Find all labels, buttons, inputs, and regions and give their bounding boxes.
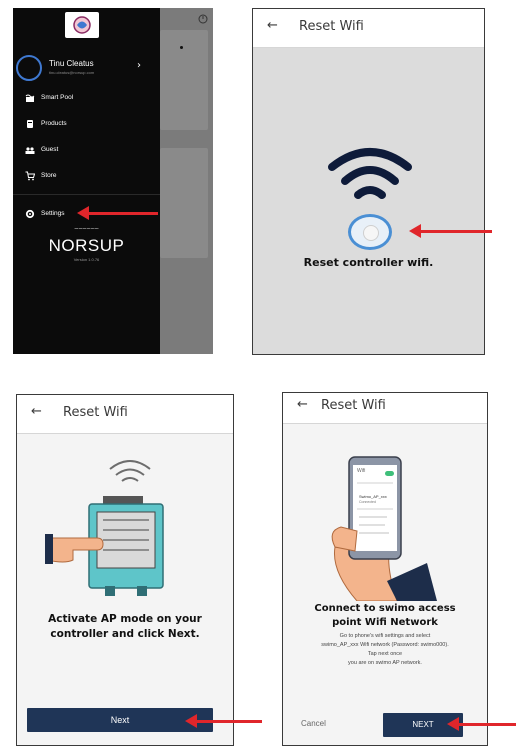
menu-label: Settings [41,210,65,217]
menu-item-products[interactable]: Products [13,118,160,132]
button-knob [363,225,379,241]
navigation-drawer: Tinu Cleatus tinu.cleatus@norsup.com › S… [13,8,160,354]
brand-name: NORSUP [48,236,125,255]
app-header: ← Reset Wifi [283,393,487,424]
activate-ap-screen: ← Reset Wifi Activate AP mode on your co… [16,394,234,746]
instruction-line-1: Activate AP mode on your [48,613,202,625]
menu-label: Guest [41,146,59,153]
page-title: Reset Wifi [63,405,128,420]
version-text: Version 1.0.76 [73,257,100,262]
phone-network-name: Swimo_AP_xxx [359,494,387,499]
avatar[interactable] [16,55,42,81]
menu-label: Store [41,172,57,179]
connect-ap-screen: ← Reset Wifi Wifi Swimo_AP_xxx Connected… [282,392,488,746]
annotation-arrowhead [185,714,197,728]
back-arrow-icon[interactable]: ← [297,397,308,412]
reset-wifi-screen: ← Reset Wifi Reset controller wifi. [252,8,485,355]
wifi-icon [328,148,412,199]
gear-icon [25,209,35,219]
wifi-signal-icon [109,460,151,482]
phone-illustration [331,456,437,601]
divider [13,194,160,195]
annotation-arrowhead [77,206,89,220]
cancel-button[interactable]: Cancel [301,719,326,728]
page-title: Reset Wifi [321,398,386,413]
app-header: ← Reset Wifi [253,9,484,48]
menu-item-store[interactable]: Store [13,170,160,184]
instruction-line-2: controller and click Next. [50,628,200,640]
menu-item-smart-pool[interactable]: Smart Pool [13,92,160,106]
product-icon [27,120,33,128]
back-arrow-icon[interactable]: ← [267,18,278,33]
drawer-screen: Tinu Cleatus tinu.cleatus@norsup.com › S… [13,8,213,354]
annotation-arrow [420,230,492,233]
page-title: Reset Wifi [299,19,364,34]
annotation-arrow [88,212,158,215]
user-email: tinu.cleatus@norsup.com [49,70,95,75]
annotation-arrow [196,720,262,723]
reset-controller-button[interactable] [348,214,392,250]
annotation-arrow [458,723,516,726]
app-header: ← Reset Wifi [17,395,233,434]
user-name: Tinu Cleatus [49,59,94,68]
instruction-text-4: you are on swimo AP network. [348,660,422,666]
phone-wifi-label: Wifi [357,468,366,474]
cart-icon [25,171,35,181]
instruction-text-1: Go to phone's wifi settings and select [339,633,431,639]
brand-wave: ~~~~~~ [74,226,99,233]
instruction-text-2: swimo_AP_xxx Wifi network (Password: swi… [321,642,449,648]
annotation-arrowhead [447,717,459,731]
reset-caption: Reset controller wifi. [303,256,434,269]
dimmed-card [160,148,208,258]
connect-heading-1: Connect to swimo access [314,603,456,614]
menu-label: Products [41,120,67,127]
logo-icon [73,16,91,34]
dimmed-background[interactable] [160,8,213,354]
chevron-right-icon[interactable]: › [137,60,141,71]
pool-icon [25,94,35,102]
annotation-arrowhead [409,224,421,238]
instruction-text-3: Tap next once [367,651,403,657]
clock-icon [198,14,208,24]
app-logo [65,12,99,38]
dimmed-card [160,30,208,130]
guest-icon [25,147,35,154]
menu-label: Smart Pool [41,94,74,101]
connect-heading-2: point Wifi Network [332,617,438,628]
controller-illustration [45,496,164,596]
menu-item-guest[interactable]: Guest [13,144,160,158]
dot-indicator [180,46,183,49]
phone-network-status: Connected [359,500,376,504]
back-arrow-icon[interactable]: ← [31,404,42,419]
